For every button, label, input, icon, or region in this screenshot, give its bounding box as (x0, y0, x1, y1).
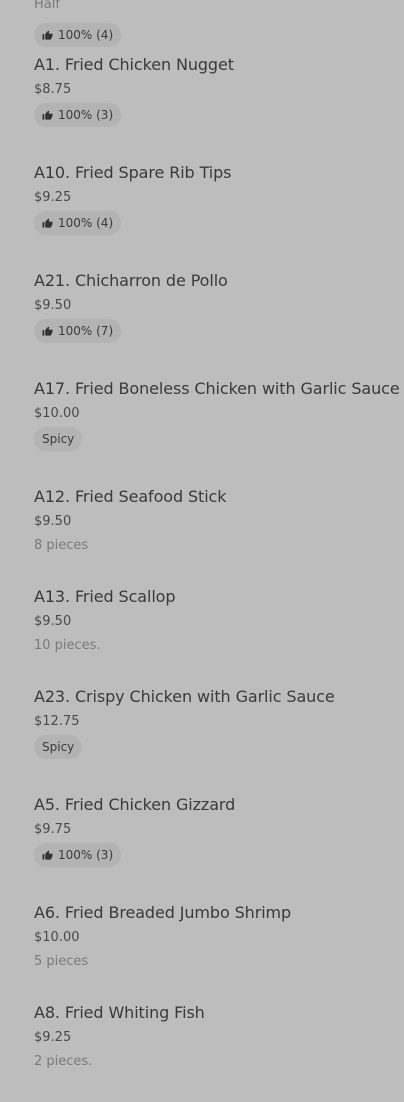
item-description: 2 pieces. (34, 1054, 93, 1069)
item-name: A6. Fried Breaded Jumbo Shrimp (34, 903, 292, 922)
item-price: $9.50 (34, 614, 72, 629)
thumbs-up-icon (42, 109, 53, 121)
item-name: A23. Crispy Chicken with Garlic Sauce (34, 687, 335, 706)
item-name: A8. Fried Whiting Fish (34, 1003, 205, 1022)
item-price: $9.25 (34, 190, 72, 205)
thumbs-up-icon (42, 29, 53, 41)
menu-item-partial[interactable]: Half 100% (4) (34, 0, 404, 54)
menu-item[interactable]: A17. Fried Boneless Chicken with Garlic … (34, 378, 404, 486)
item-description: 8 pieces (34, 538, 89, 553)
item-price: $9.75 (34, 822, 72, 837)
spicy-tag: Spicy (34, 735, 83, 759)
menu-item[interactable]: A21. Chicharron de Pollo $9.50 100% (7) (34, 270, 404, 378)
menu-item[interactable]: A13. Fried Scallop $9.50 10 pieces. (34, 586, 404, 686)
item-name: A21. Chicharron de Pollo (34, 271, 228, 290)
rating-badge: 100% (7) (34, 319, 122, 343)
thumbs-up-icon (42, 849, 53, 861)
item-price: $9.50 (34, 514, 72, 529)
thumbs-up-icon (42, 325, 53, 337)
menu-item[interactable]: A10. Fried Spare Rib Tips $9.25 100% (4) (34, 162, 404, 270)
menu-item[interactable]: A1. Fried Chicken Nugget $8.75 100% (3) (34, 54, 404, 162)
item-description: Half (34, 0, 60, 12)
item-price: $9.50 (34, 298, 72, 313)
rating-badge: 100% (4) (34, 23, 122, 47)
rating-badge: 100% (3) (34, 103, 122, 127)
menu-item[interactable]: A12. Fried Seafood Stick $9.50 8 pieces (34, 486, 404, 586)
menu-item[interactable]: A6. Fried Breaded Jumbo Shrimp $10.00 5 … (34, 902, 404, 1002)
menu-item[interactable]: A8. Fried Whiting Fish $9.25 2 pieces. (34, 1002, 404, 1102)
rating-text: 100% (7) (58, 324, 114, 338)
item-description: 5 pieces (34, 954, 89, 969)
thumbs-up-icon (42, 217, 53, 229)
item-name: A13. Fried Scallop (34, 587, 176, 606)
item-price: $10.00 (34, 406, 80, 421)
menu-item[interactable]: A5. Fried Chicken Gizzard $9.75 100% (3) (34, 794, 404, 902)
menu-item-list: Half 100% (4) A1. Fried Chicken Nugget $… (34, 0, 404, 1102)
item-price: $9.25 (34, 1030, 72, 1045)
item-price: $12.75 (34, 714, 80, 729)
rating-badge: 100% (4) (34, 211, 122, 235)
rating-badge: 100% (3) (34, 843, 122, 867)
rating-text: 100% (3) (58, 848, 114, 862)
item-name: A5. Fried Chicken Gizzard (34, 795, 236, 814)
item-name: A10. Fried Spare Rib Tips (34, 163, 232, 182)
item-name: A17. Fried Boneless Chicken with Garlic … (34, 379, 400, 398)
rating-text: 100% (3) (58, 108, 114, 122)
spicy-tag: Spicy (34, 427, 83, 451)
item-price: $10.00 (34, 930, 80, 945)
rating-text: 100% (4) (58, 28, 114, 42)
item-name: A1. Fried Chicken Nugget (34, 55, 234, 74)
item-description: 10 pieces. (34, 638, 101, 653)
item-price: $8.75 (34, 82, 72, 97)
menu-item[interactable]: A23. Crispy Chicken with Garlic Sauce $1… (34, 686, 404, 794)
item-name: A12. Fried Seafood Stick (34, 487, 227, 506)
rating-text: 100% (4) (58, 216, 114, 230)
